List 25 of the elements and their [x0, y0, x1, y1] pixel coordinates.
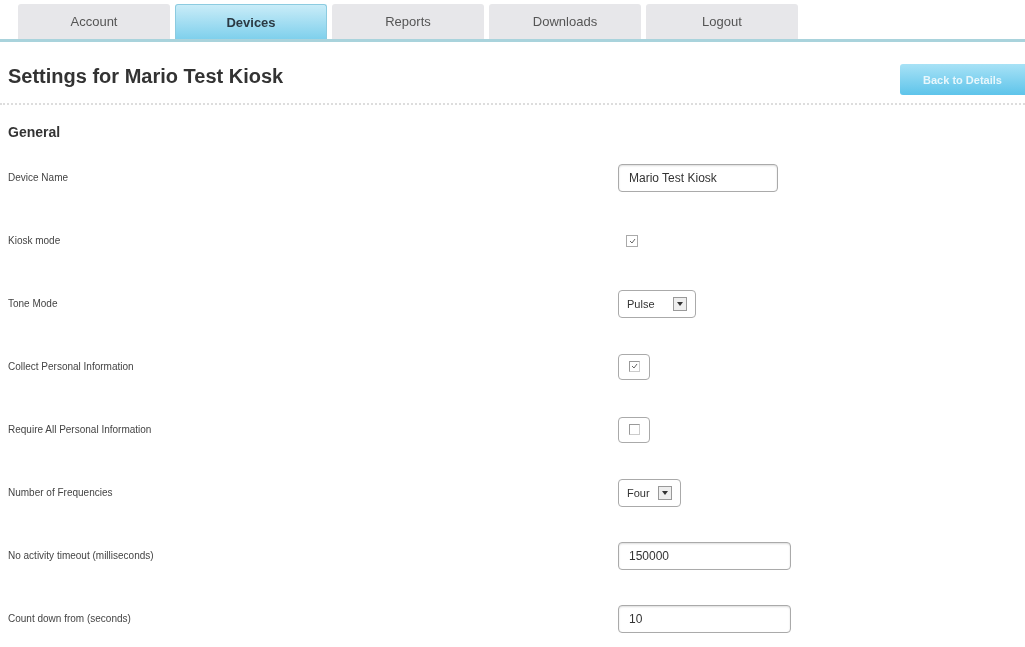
- field-label: Collect Personal Information: [8, 361, 135, 372]
- text-field[interactable]: 10: [618, 604, 791, 633]
- dropdown[interactable]: Pulse: [618, 289, 696, 318]
- tab[interactable]: Devices: [175, 4, 327, 39]
- field-label: Device Name: [8, 172, 70, 183]
- field-label: Kiosk mode: [8, 235, 62, 246]
- checkbox[interactable]: [626, 234, 638, 247]
- section-heading: General: [7, 123, 62, 142]
- tab[interactable]: Reports: [332, 4, 484, 39]
- tab[interactable]: Logout: [646, 4, 798, 39]
- text-field[interactable]: 150000: [618, 541, 791, 570]
- field-label: Count down from (seconds): [8, 613, 132, 624]
- checkmark-icon: [628, 237, 636, 244]
- field-label: Number of Frequencies: [8, 487, 114, 498]
- checkbox[interactable]: [628, 361, 640, 372]
- field-label: Tone Mode: [8, 298, 59, 309]
- field-label: No activity timeout (milliseconds): [8, 550, 155, 561]
- tab[interactable]: Downloads: [489, 4, 641, 39]
- page-title: Settings for Mario Test Kiosk: [8, 65, 284, 88]
- text-field[interactable]: Mario Test Kiosk: [618, 163, 778, 192]
- dropdown[interactable]: Four: [618, 478, 681, 507]
- checkmark-icon: [630, 363, 638, 369]
- tab[interactable]: Account: [18, 4, 170, 39]
- checkbox[interactable]: [628, 424, 640, 435]
- field-label: Require All Personal Information: [8, 424, 153, 435]
